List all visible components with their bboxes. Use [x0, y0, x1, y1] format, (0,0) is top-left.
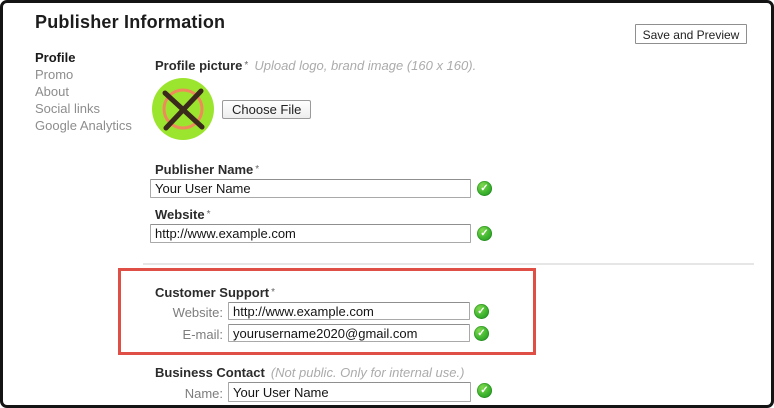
sidebar-item-about[interactable]: About: [35, 83, 132, 100]
sidebar-item-promo[interactable]: Promo: [35, 66, 132, 83]
required-asterisk: *: [207, 209, 211, 220]
publisher-name-input[interactable]: [150, 179, 471, 198]
business-contact-note: (Not public. Only for internal use.): [271, 365, 465, 380]
valid-check-icon: ✓: [477, 181, 492, 196]
valid-check-icon: ✓: [474, 326, 489, 341]
customer-support-section-header: Customer Support*: [155, 284, 275, 302]
website-label: Website*: [155, 206, 211, 224]
business-contact-name-label: Name:: [150, 386, 223, 401]
valid-check-icon: ✓: [477, 226, 492, 241]
customer-support-website-label: Website:: [150, 305, 223, 320]
business-contact-name-input[interactable]: [228, 382, 471, 402]
sidebar-nav: Profile Promo About Social links Google …: [35, 49, 132, 134]
save-and-preview-button[interactable]: Save and Preview: [635, 24, 747, 44]
customer-support-website-input[interactable]: [228, 302, 470, 320]
profile-picture-section-header: Profile picture* Upload logo, brand image…: [155, 57, 476, 75]
business-contact-section-header: Business Contact(Not public. Only for in…: [155, 364, 464, 382]
required-asterisk: *: [271, 287, 275, 298]
customer-support-email-label: E-mail:: [150, 327, 223, 342]
profile-picture-note: Upload logo, brand image (160 x 160).: [254, 58, 476, 73]
publisher-name-label: Publisher Name*: [155, 161, 259, 179]
sidebar-item-social-links[interactable]: Social links: [35, 100, 132, 117]
valid-check-icon: ✓: [474, 304, 489, 319]
website-input[interactable]: [150, 224, 471, 243]
required-asterisk: *: [244, 60, 248, 71]
required-asterisk: *: [255, 164, 259, 175]
sidebar-item-google-analytics[interactable]: Google Analytics: [35, 117, 132, 134]
section-divider: [143, 263, 754, 265]
profile-picture-label: Profile picture: [155, 58, 242, 73]
valid-check-icon: ✓: [477, 383, 492, 398]
page-title: Publisher Information: [35, 12, 225, 33]
publisher-information-window: Publisher Information Save and Preview P…: [0, 0, 774, 408]
customer-support-email-input[interactable]: [228, 324, 470, 342]
no-image-placeholder-icon: [152, 78, 214, 140]
sidebar-item-profile[interactable]: Profile: [35, 49, 132, 66]
choose-file-button[interactable]: Choose File: [222, 100, 311, 119]
